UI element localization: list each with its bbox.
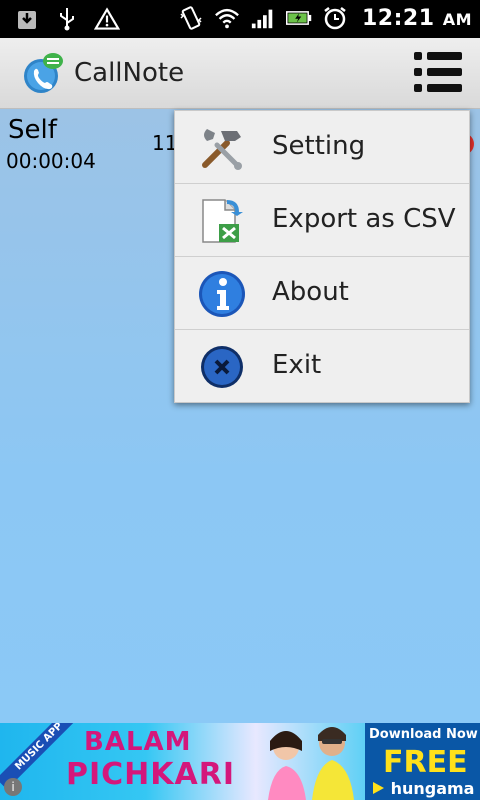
- menu-item-exit[interactable]: Exit: [175, 330, 469, 402]
- app-title-bar: CallNote: [0, 38, 480, 109]
- app-title: CallNote: [74, 58, 185, 88]
- tools-icon: [197, 123, 247, 173]
- overflow-menu: Setting Export as CSV About Exit: [174, 110, 470, 403]
- ad-title-line1: BALAM: [84, 727, 192, 757]
- play-icon: [373, 782, 384, 794]
- ad-title-line2: PICHKARI: [66, 757, 236, 792]
- menu-item-export-csv[interactable]: Export as CSV: [175, 184, 469, 257]
- status-bar: 12:21 AM: [0, 0, 480, 38]
- ad-brand: hungama: [371, 779, 474, 798]
- call-name: Self: [8, 115, 57, 145]
- battery-charging-icon: [285, 4, 312, 32]
- call-duration: 00:00:04: [6, 149, 96, 173]
- menu-item-label: About: [272, 277, 349, 307]
- menu-item-label: Exit: [272, 350, 322, 380]
- menu-item-label: Setting: [272, 131, 366, 161]
- ad-download-text: Download Now: [369, 727, 478, 742]
- ad-brand-name: hungama: [390, 779, 475, 798]
- ad-banner[interactable]: MUSIC APP BALAM PICHKARI i Download Now …: [0, 723, 480, 800]
- info-icon: [197, 269, 247, 319]
- clock: 12:21 AM: [362, 6, 472, 31]
- menu-item-label: Export as CSV: [272, 204, 456, 234]
- clock-ampm: AM: [442, 9, 472, 29]
- ad-free-text: FREE: [383, 745, 468, 780]
- ad-info-icon[interactable]: i: [4, 778, 22, 796]
- ad-cta[interactable]: Download Now FREE hungama: [365, 723, 480, 800]
- overflow-menu-button[interactable]: [412, 48, 464, 98]
- vibrate-icon: [178, 4, 204, 32]
- menu-item-about[interactable]: About: [175, 257, 469, 330]
- menu-item-setting[interactable]: Setting: [175, 111, 469, 184]
- csv-export-icon: [197, 196, 247, 246]
- clock-time: 12:21: [361, 5, 435, 31]
- app-logo-icon: [20, 50, 66, 96]
- ad-creative: MUSIC APP BALAM PICHKARI i: [0, 723, 365, 800]
- signal-icon: [250, 4, 276, 32]
- ad-people-image: [248, 723, 364, 800]
- exit-icon: [197, 342, 247, 392]
- download-icon: [14, 5, 40, 33]
- alarm-icon: [322, 4, 348, 32]
- wifi-icon: [214, 4, 240, 32]
- usb-icon: [54, 5, 80, 33]
- warning-icon: [94, 5, 120, 33]
